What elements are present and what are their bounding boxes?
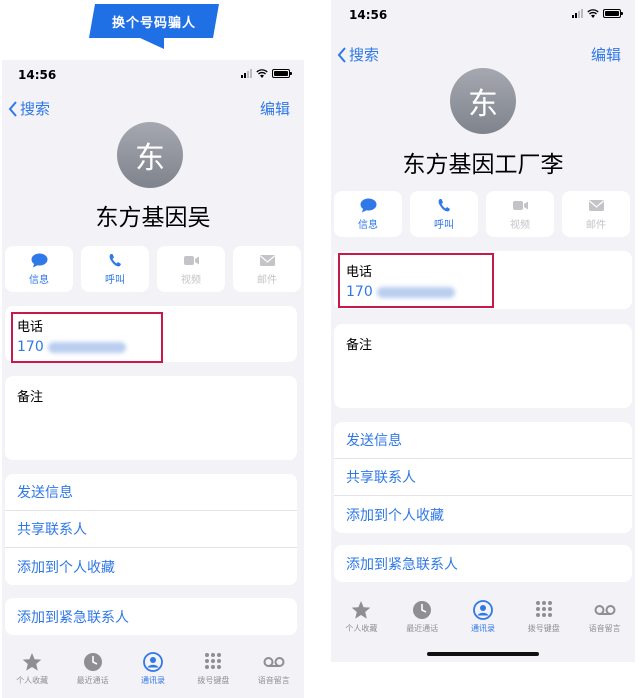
- tab-bar: 个人收藏 最近通话 通讯录 拨号键盘 语音留言: [331, 600, 635, 634]
- emergency-card: 添加到紧急联系人: [334, 545, 632, 582]
- actions-menu-card: 发送信息 共享联系人 添加到个人收藏: [5, 474, 297, 585]
- video-button[interactable]: 视频: [157, 246, 225, 292]
- chevron-left-icon: [337, 46, 346, 63]
- tab-voicemail[interactable]: 语音留言: [576, 600, 634, 634]
- call-button[interactable]: 呼叫: [410, 191, 478, 237]
- wifi-icon: [587, 9, 599, 18]
- keypad-icon: [205, 653, 222, 669]
- right-phone-screenshot: 14:56 搜索 编辑 东 东方基因工厂李 信息 呼叫 视频 邮件 电话 170…: [331, 0, 635, 662]
- mail-button[interactable]: 邮件: [233, 246, 301, 292]
- keypad-icon: [535, 601, 552, 617]
- mail-icon: [259, 254, 275, 266]
- tab-favorites[interactable]: 个人收藏: [332, 600, 390, 634]
- add-favorites-row[interactable]: 添加到个人收藏: [334, 496, 632, 533]
- video-icon: [512, 200, 528, 210]
- send-message-row[interactable]: 发送信息: [5, 474, 297, 511]
- message-button[interactable]: 信息: [334, 191, 402, 237]
- nav-bar: 搜索 编辑: [2, 98, 304, 122]
- notes-label: 备注: [17, 390, 44, 405]
- notes-label: 备注: [346, 338, 373, 353]
- notes-card[interactable]: 备注: [5, 376, 297, 460]
- highlight-box: [11, 312, 163, 363]
- wifi-icon: [256, 69, 268, 78]
- left-phone-screenshot: 14:56 搜索 编辑 东 东方基因吴 信息 呼叫 视频 邮件 电话 170 备…: [2, 60, 304, 698]
- highlight-box: [338, 253, 494, 308]
- status-bar: 14:56: [331, 0, 635, 26]
- tab-contacts[interactable]: 通讯录: [124, 652, 182, 686]
- share-contact-row[interactable]: 共享联系人: [334, 459, 632, 496]
- mail-icon: [588, 199, 604, 211]
- nav-bar: 搜索 编辑: [331, 44, 635, 68]
- contacts-icon: [473, 600, 493, 620]
- signal-icon: [241, 69, 252, 78]
- action-buttons: 信息 呼叫 视频 邮件: [5, 246, 301, 292]
- tab-voicemail[interactable]: 语音留言: [245, 652, 303, 686]
- share-contact-row[interactable]: 共享联系人: [5, 511, 297, 548]
- status-time: 14:56: [18, 68, 57, 82]
- notes-card[interactable]: 备注: [334, 324, 632, 408]
- message-icon: [360, 198, 376, 212]
- tab-recents[interactable]: 最近通话: [393, 600, 451, 634]
- clock-icon: [413, 601, 432, 619]
- edit-button[interactable]: 编辑: [591, 44, 621, 65]
- banner-pointer: [138, 37, 164, 49]
- status-bar: 14:56: [2, 60, 304, 86]
- edit-button[interactable]: 编辑: [260, 98, 290, 119]
- back-label: 搜索: [349, 46, 380, 64]
- voicemail-icon: [594, 605, 616, 615]
- tab-keypad[interactable]: 拨号键盘: [515, 600, 573, 634]
- tab-bar: 个人收藏 最近通话 通讯录 拨号键盘 语音留言: [2, 652, 304, 686]
- star-icon: [22, 653, 42, 671]
- avatar: 东: [117, 122, 183, 188]
- back-label: 搜索: [20, 100, 51, 118]
- star-icon: [352, 601, 371, 619]
- mail-button[interactable]: 邮件: [562, 191, 630, 237]
- tab-keypad[interactable]: 拨号键盘: [184, 652, 242, 686]
- emergency-card: 添加到紧急联系人: [5, 598, 297, 635]
- battery-icon: [603, 9, 623, 18]
- add-emergency-contact-row[interactable]: 添加到紧急联系人: [334, 545, 632, 582]
- add-emergency-contact-row[interactable]: 添加到紧急联系人: [5, 598, 297, 635]
- back-button[interactable]: 搜索: [337, 44, 379, 65]
- message-button[interactable]: 信息: [5, 246, 73, 292]
- home-indicator[interactable]: [427, 652, 539, 656]
- call-button[interactable]: 呼叫: [81, 246, 149, 292]
- action-buttons: 信息 呼叫 视频 邮件: [334, 191, 630, 237]
- tab-contacts[interactable]: 通讯录: [454, 600, 512, 634]
- add-favorites-row[interactable]: 添加到个人收藏: [5, 548, 297, 585]
- banner-background: 换个号码骗人: [89, 4, 219, 38]
- contact-name: 东方基因吴: [95, 205, 211, 231]
- back-button[interactable]: 搜索: [8, 98, 50, 119]
- contacts-icon: [143, 652, 163, 672]
- contact-name: 东方基因工厂李: [402, 152, 564, 178]
- phone-icon: [438, 198, 450, 211]
- tab-recents[interactable]: 最近通话: [64, 652, 122, 686]
- battery-icon: [272, 69, 292, 78]
- signal-icon: [572, 9, 583, 18]
- clock-icon: [83, 653, 102, 671]
- avatar: 东: [450, 68, 516, 134]
- send-message-row[interactable]: 发送信息: [334, 422, 632, 459]
- banner-text: 换个号码骗人: [111, 15, 196, 31]
- status-time: 14:56: [349, 8, 388, 22]
- message-icon: [31, 253, 47, 267]
- chevron-left-icon: [8, 100, 17, 117]
- video-icon: [183, 255, 199, 265]
- phone-icon: [109, 253, 121, 266]
- voicemail-icon: [263, 657, 285, 667]
- actions-menu-card: 发送信息 共享联系人 添加到个人收藏: [334, 422, 632, 533]
- tab-favorites[interactable]: 个人收藏: [3, 652, 61, 686]
- video-button[interactable]: 视频: [486, 191, 554, 237]
